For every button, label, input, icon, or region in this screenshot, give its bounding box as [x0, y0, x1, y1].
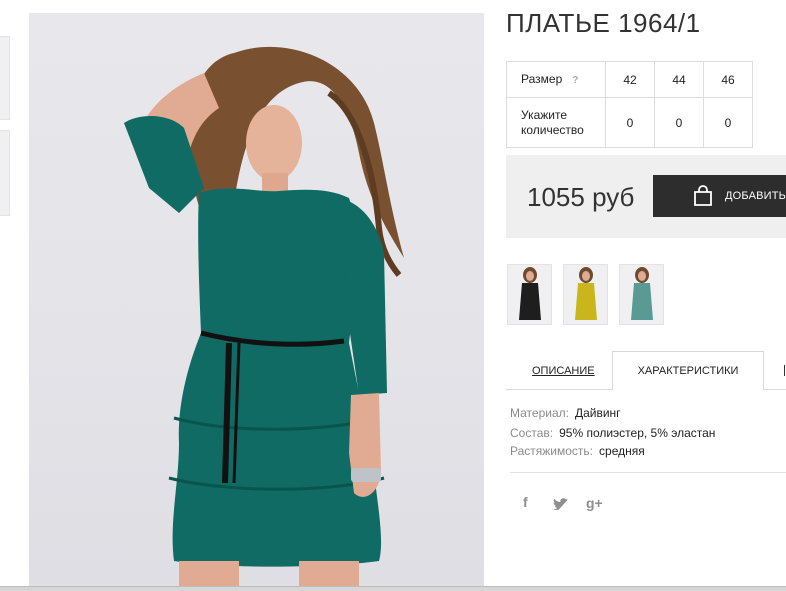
bottom-scroll-strip	[0, 586, 786, 591]
spec-value: Дайвинг	[574, 406, 621, 420]
spec-key: Состав:	[510, 426, 554, 440]
tab-description[interactable]: ОПИСАНИЕ	[532, 365, 595, 377]
tab-characteristics[interactable]: ХАРАКТЕРИСТИКИ	[612, 351, 764, 391]
add-to-cart-button[interactable]: ДОБАВИТЬ	[653, 175, 786, 217]
main-product-photo	[29, 13, 484, 591]
google-plus-icon[interactable]: g+	[586, 495, 603, 511]
variant-thumb-teal[interactable]	[619, 264, 664, 325]
twitter-icon[interactable]	[553, 497, 568, 513]
spec-key: Растяжимость:	[510, 444, 594, 458]
quantity-input-42[interactable]: 0	[605, 97, 655, 148]
size-option-46: 46	[703, 61, 753, 98]
specs-divider	[510, 472, 786, 473]
help-icon[interactable]: ?	[572, 73, 578, 88]
add-to-cart-label: ДОБАВИТЬ	[725, 190, 786, 202]
spec-key: Материал:	[510, 406, 569, 420]
quantity-input-46[interactable]: 0	[703, 97, 753, 148]
price-box: 1055 руб ДОБАВИТЬ	[506, 155, 786, 238]
spec-row-material: Материал: Дайвинг	[510, 406, 621, 420]
size-quantity-table: Размер? 42 44 46 Укажите количество 0 0 …	[506, 61, 753, 148]
shopping-bag-icon	[691, 184, 715, 211]
product-price: 1055 руб	[527, 182, 635, 212]
spec-row-stretch: Растяжимость: средняя	[510, 444, 645, 458]
product-title: ПЛАТЬЕ 1964/1	[506, 8, 701, 38]
size-option-44: 44	[654, 61, 704, 98]
quantity-label: Укажите количество	[506, 97, 606, 148]
left-gallery-thumb-2[interactable]	[0, 130, 10, 216]
size-row: Размер? 42 44 46	[506, 61, 753, 98]
quantity-input-44[interactable]: 0	[654, 97, 704, 148]
spec-value: 95% полиэстер, 5% эластан	[559, 426, 716, 440]
quantity-row: Укажите количество 0 0 0	[506, 97, 753, 148]
facebook-icon[interactable]: f	[523, 494, 528, 510]
left-gallery-thumb-1[interactable]	[0, 36, 10, 120]
size-option-42: 42	[605, 61, 655, 98]
variant-thumb-mustard[interactable]	[563, 264, 608, 325]
spec-row-composition: Состав: 95% полиэстер, 5% эластан	[510, 426, 715, 440]
size-label-cell: Размер?	[506, 61, 606, 98]
size-label: Размер	[521, 71, 563, 86]
variant-thumb-black[interactable]	[507, 264, 552, 325]
spec-value: средняя	[599, 444, 645, 458]
